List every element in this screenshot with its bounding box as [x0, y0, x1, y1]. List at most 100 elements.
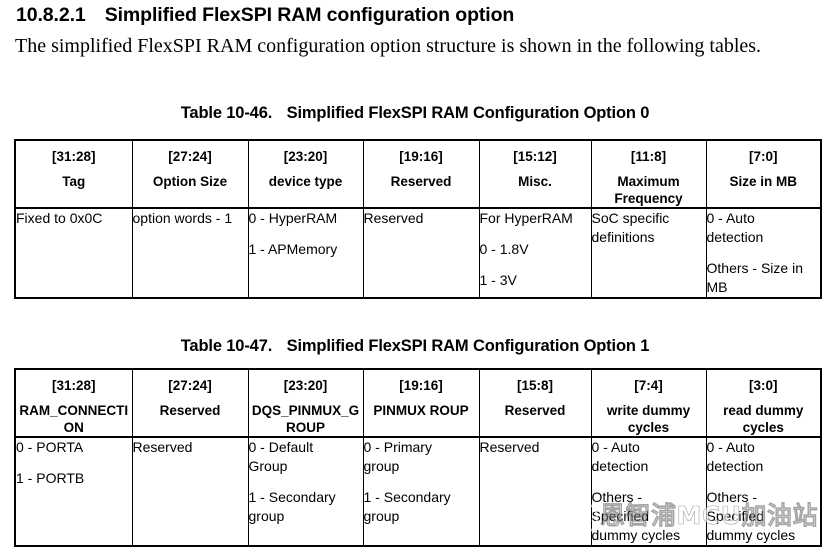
section-title: Simplified FlexSPI RAM configuration opt… — [104, 4, 515, 26]
cell-line: detection — [706, 458, 764, 474]
cell-line: 1 - Secondary — [363, 489, 451, 505]
cell-line: dummy cycles — [591, 527, 681, 543]
table-header-cell: [23:20] DQS_PINMUX_GROUP — [247, 368, 364, 438]
bit-range-label: [23:20] — [283, 378, 328, 393]
table-header-cell: [31:28] RAM_CONNECTION — [14, 368, 133, 438]
bit-range-label: [31:28] — [51, 149, 96, 164]
bit-range-label: [19:16] — [399, 378, 443, 393]
table-2-caption-title: Simplified FlexSPI RAM Configuration Opt… — [286, 337, 650, 355]
page-title: 10.8.2.1 Simplified FlexSPI RAM configur… — [16, 4, 816, 27]
table-row: 0 - PORTA 1 - PORTB Reserved 0 - Default G… — [14, 436, 822, 547]
table-cell: SoC specific definitions — [590, 207, 707, 299]
cell-line: Others - Size in — [706, 260, 803, 276]
bit-range-label: [7:4] — [634, 378, 663, 393]
cell-line: Reserved — [132, 439, 193, 455]
bit-range-label: [11:8] — [630, 149, 667, 164]
bit-range-label: [23:20] — [283, 149, 328, 164]
table-cell: For HyperRAM 0 - 1.8V 1 - 3V — [478, 207, 592, 299]
cell-line: 0 - 1.8V — [479, 241, 529, 257]
table-header-cell: [11:8] Maximum Frequency — [590, 139, 707, 209]
table-option-0: [31:28] Tag [27:24] Option Size [23:20] … — [14, 139, 822, 299]
cell-line: group — [363, 508, 400, 524]
table-cell: 0 - Auto detection Others - Specified dummy … — [705, 436, 822, 547]
field-name-label: Reserved — [504, 403, 566, 418]
table-header-row: [31:28] RAM_CONNECTION [27:24] Reserved … — [14, 368, 822, 438]
table-cell: Reserved — [362, 207, 480, 299]
cell-line: option words - 1 — [132, 210, 233, 226]
bit-range-label: [15:8] — [516, 378, 553, 393]
field-name-label: Option Size — [152, 174, 228, 189]
bit-range-label: [19:16] — [399, 149, 443, 164]
cell-line: 1 - Secondary — [248, 489, 336, 505]
table-1-caption: Table 10-46. Simplified FlexSPI RAM Conf… — [0, 104, 830, 123]
table-cell: 0 - HyperRAM 1 - APMemory — [247, 207, 364, 299]
cell-line: 0 - Auto — [591, 439, 640, 455]
cell-line: definitions — [591, 229, 655, 245]
table-2-caption: Table 10-47. Simplified FlexSPI RAM Conf… — [0, 337, 830, 356]
bit-range-label: [27:24] — [168, 378, 212, 393]
cell-line: 1 - PORTB — [16, 470, 85, 486]
section-number: 10.8.2.1 — [16, 4, 86, 26]
bit-range-label: [3:0] — [748, 378, 778, 393]
field-name-label: device type — [268, 174, 343, 189]
cell-line: SoC specific — [591, 210, 670, 226]
cell-line: Group — [248, 458, 288, 474]
table-option-1: [31:28] RAM_CONNECTION [27:24] Reserved … — [14, 368, 822, 547]
field-name-label: Size in MB — [729, 174, 797, 189]
table-header-cell: [19:16] Reserved — [362, 139, 480, 209]
field-name-label: write dummy cycles — [606, 403, 691, 435]
table-header-cell: [19:16] PINMUX ROUP — [362, 368, 480, 438]
table-2-caption-number: Table 10-47. — [180, 337, 273, 355]
table-header-row: [31:28] Tag [27:24] Option Size [23:20] … — [14, 139, 822, 209]
bit-range-label: [15:12] — [513, 149, 557, 164]
table-header-cell: [23:20] device type — [247, 139, 364, 209]
cell-line: 0 - Primary — [363, 439, 432, 455]
table-header-cell: [15:8] Reserved — [478, 368, 592, 438]
table-cell: 0 - PORTA 1 - PORTB — [14, 436, 133, 547]
bit-range-label: [31:28] — [51, 378, 96, 393]
table-1-caption-title: Simplified FlexSPI RAM Configuration Opt… — [286, 104, 650, 122]
table-cell: Fixed to 0x0C — [14, 207, 133, 299]
table-cell: 0 - Auto detection Others - Specified dummy … — [590, 436, 707, 547]
cell-line: Reserved — [363, 210, 424, 226]
cell-line: 1 - APMemory — [248, 241, 338, 257]
cell-line: group — [363, 458, 400, 474]
field-name-label: PINMUX ROUP — [373, 403, 469, 418]
table-cell: option words - 1 — [131, 207, 249, 299]
cell-line: Others - — [591, 489, 643, 505]
field-name-label: Reserved — [390, 174, 452, 189]
cell-line: 0 - HyperRAM — [248, 210, 338, 226]
field-name-label: Reserved — [159, 403, 221, 418]
cell-line: detection — [706, 229, 764, 245]
field-name-label: DQS_PINMUX_GROUP — [251, 403, 360, 435]
table-header-cell: [3:0] read dummy cycles — [705, 368, 822, 438]
table-cell: 0 - Primary group 1 - Secondary group — [362, 436, 480, 547]
bit-range-label: [7:0] — [748, 149, 778, 164]
cell-line: group — [248, 508, 285, 524]
cell-line: Specified — [706, 508, 765, 524]
table-header-cell: [7:4] write dummy cycles — [590, 368, 707, 438]
cell-line: For HyperRAM — [479, 210, 573, 226]
field-name-label: Maximum Frequency — [614, 174, 683, 206]
intro-paragraph: The simplified FlexSPI RAM configuration… — [15, 35, 762, 57]
field-name-label: Tag — [62, 174, 86, 189]
cell-line: MB — [706, 279, 728, 295]
cell-line: Reserved — [479, 439, 540, 455]
cell-line: dummy cycles — [706, 527, 796, 543]
table-row: Fixed to 0x0C option words - 1 0 - Hyper… — [14, 207, 822, 299]
cell-line: 0 - PORTA — [16, 439, 84, 455]
table-cell: Reserved — [478, 436, 592, 547]
table-cell: 0 - Auto detection Others - Size in MB — [705, 207, 822, 299]
table-header-cell: [15:12] Misc. — [478, 139, 592, 209]
field-name-label: Misc. — [518, 174, 552, 189]
cell-line: 0 - Auto — [706, 210, 755, 226]
field-name-label: RAM_CONNECTION — [19, 403, 129, 435]
table-header-cell: [31:28] Tag — [14, 139, 133, 209]
cell-line: 0 - Default — [248, 439, 314, 455]
field-name-label: read dummy cycles — [723, 403, 804, 435]
cell-line: 0 - Auto — [706, 439, 755, 455]
table-1-caption-number: Table 10-46. — [180, 104, 273, 122]
bit-range-label: [27:24] — [168, 149, 212, 164]
table-header-cell: [27:24] Reserved — [131, 368, 249, 438]
table-header-cell: [27:24] Option Size — [131, 139, 249, 209]
